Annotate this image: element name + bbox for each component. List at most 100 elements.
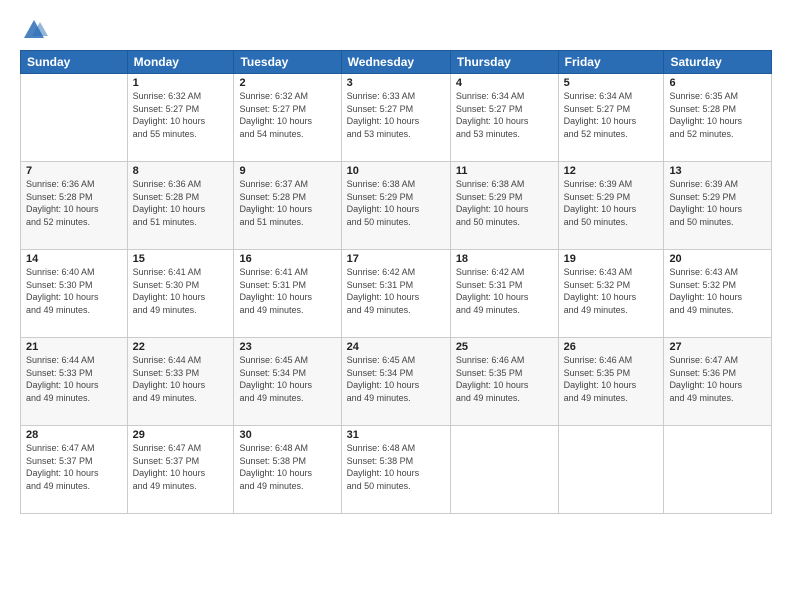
calendar-week-2: 7Sunrise: 6:36 AM Sunset: 5:28 PM Daylig… bbox=[21, 162, 772, 250]
day-info: Sunrise: 6:43 AM Sunset: 5:32 PM Dayligh… bbox=[669, 266, 766, 316]
calendar-cell: 16Sunrise: 6:41 AM Sunset: 5:31 PM Dayli… bbox=[234, 250, 341, 338]
day-number: 14 bbox=[26, 253, 122, 265]
day-info: Sunrise: 6:39 AM Sunset: 5:29 PM Dayligh… bbox=[564, 178, 659, 228]
day-info: Sunrise: 6:39 AM Sunset: 5:29 PM Dayligh… bbox=[669, 178, 766, 228]
calendar-cell: 21Sunrise: 6:44 AM Sunset: 5:33 PM Dayli… bbox=[21, 338, 128, 426]
day-number: 23 bbox=[239, 341, 335, 353]
column-header-monday: Monday bbox=[127, 51, 234, 74]
calendar-cell: 26Sunrise: 6:46 AM Sunset: 5:35 PM Dayli… bbox=[558, 338, 664, 426]
day-info: Sunrise: 6:40 AM Sunset: 5:30 PM Dayligh… bbox=[26, 266, 122, 316]
day-info: Sunrise: 6:38 AM Sunset: 5:29 PM Dayligh… bbox=[456, 178, 553, 228]
day-number: 8 bbox=[133, 165, 229, 177]
calendar-header-row: SundayMondayTuesdayWednesdayThursdayFrid… bbox=[21, 51, 772, 74]
calendar-cell: 3Sunrise: 6:33 AM Sunset: 5:27 PM Daylig… bbox=[341, 74, 450, 162]
day-info: Sunrise: 6:38 AM Sunset: 5:29 PM Dayligh… bbox=[347, 178, 445, 228]
day-number: 12 bbox=[564, 165, 659, 177]
column-header-thursday: Thursday bbox=[450, 51, 558, 74]
day-number: 28 bbox=[26, 429, 122, 441]
day-info: Sunrise: 6:36 AM Sunset: 5:28 PM Dayligh… bbox=[26, 178, 122, 228]
day-info: Sunrise: 6:47 AM Sunset: 5:37 PM Dayligh… bbox=[26, 442, 122, 492]
calendar: SundayMondayTuesdayWednesdayThursdayFrid… bbox=[20, 50, 772, 514]
calendar-cell: 30Sunrise: 6:48 AM Sunset: 5:38 PM Dayli… bbox=[234, 426, 341, 514]
logo bbox=[20, 16, 52, 44]
day-info: Sunrise: 6:41 AM Sunset: 5:31 PM Dayligh… bbox=[239, 266, 335, 316]
calendar-cell: 12Sunrise: 6:39 AM Sunset: 5:29 PM Dayli… bbox=[558, 162, 664, 250]
day-info: Sunrise: 6:48 AM Sunset: 5:38 PM Dayligh… bbox=[239, 442, 335, 492]
day-number: 16 bbox=[239, 253, 335, 265]
day-info: Sunrise: 6:43 AM Sunset: 5:32 PM Dayligh… bbox=[564, 266, 659, 316]
day-number: 1 bbox=[133, 77, 229, 89]
day-number: 11 bbox=[456, 165, 553, 177]
day-number: 3 bbox=[347, 77, 445, 89]
day-number: 22 bbox=[133, 341, 229, 353]
day-number: 25 bbox=[456, 341, 553, 353]
calendar-cell bbox=[664, 426, 772, 514]
day-number: 17 bbox=[347, 253, 445, 265]
calendar-cell: 28Sunrise: 6:47 AM Sunset: 5:37 PM Dayli… bbox=[21, 426, 128, 514]
calendar-cell: 24Sunrise: 6:45 AM Sunset: 5:34 PM Dayli… bbox=[341, 338, 450, 426]
calendar-cell: 6Sunrise: 6:35 AM Sunset: 5:28 PM Daylig… bbox=[664, 74, 772, 162]
day-info: Sunrise: 6:37 AM Sunset: 5:28 PM Dayligh… bbox=[239, 178, 335, 228]
calendar-week-1: 1 Sunrise: 6:32 AM Sunset: 5:27 PM Daylig… bbox=[21, 74, 772, 162]
calendar-cell bbox=[450, 426, 558, 514]
day-number: 26 bbox=[564, 341, 659, 353]
calendar-cell bbox=[558, 426, 664, 514]
day-number: 6 bbox=[669, 77, 766, 89]
column-header-sunday: Sunday bbox=[21, 51, 128, 74]
day-info: Sunrise: 6:48 AM Sunset: 5:38 PM Dayligh… bbox=[347, 442, 445, 492]
day-info: Sunrise: 6:34 AM Sunset: 5:27 PM Dayligh… bbox=[456, 90, 553, 140]
day-number: 20 bbox=[669, 253, 766, 265]
calendar-cell: 7Sunrise: 6:36 AM Sunset: 5:28 PM Daylig… bbox=[21, 162, 128, 250]
calendar-cell: 29Sunrise: 6:47 AM Sunset: 5:37 PM Dayli… bbox=[127, 426, 234, 514]
day-number: 21 bbox=[26, 341, 122, 353]
calendar-cell: 5Sunrise: 6:34 AM Sunset: 5:27 PM Daylig… bbox=[558, 74, 664, 162]
day-number: 4 bbox=[456, 77, 553, 89]
day-info: Sunrise: 6:34 AM Sunset: 5:27 PM Dayligh… bbox=[564, 90, 659, 140]
logo-icon bbox=[20, 16, 48, 44]
calendar-cell: 8Sunrise: 6:36 AM Sunset: 5:28 PM Daylig… bbox=[127, 162, 234, 250]
day-number: 13 bbox=[669, 165, 766, 177]
day-number: 10 bbox=[347, 165, 445, 177]
day-info: Sunrise: 6:41 AM Sunset: 5:30 PM Dayligh… bbox=[133, 266, 229, 316]
calendar-cell: 22Sunrise: 6:44 AM Sunset: 5:33 PM Dayli… bbox=[127, 338, 234, 426]
calendar-cell bbox=[21, 74, 128, 162]
day-number: 18 bbox=[456, 253, 553, 265]
day-info: Sunrise: 6:42 AM Sunset: 5:31 PM Dayligh… bbox=[347, 266, 445, 316]
day-number: 30 bbox=[239, 429, 335, 441]
day-number: 15 bbox=[133, 253, 229, 265]
calendar-cell: 18Sunrise: 6:42 AM Sunset: 5:31 PM Dayli… bbox=[450, 250, 558, 338]
day-number: 24 bbox=[347, 341, 445, 353]
calendar-cell: 20Sunrise: 6:43 AM Sunset: 5:32 PM Dayli… bbox=[664, 250, 772, 338]
column-header-wednesday: Wednesday bbox=[341, 51, 450, 74]
day-number: 2 bbox=[239, 77, 335, 89]
day-number: 5 bbox=[564, 77, 659, 89]
day-number: 29 bbox=[133, 429, 229, 441]
calendar-cell: 11Sunrise: 6:38 AM Sunset: 5:29 PM Dayli… bbox=[450, 162, 558, 250]
column-header-friday: Friday bbox=[558, 51, 664, 74]
day-info: Sunrise: 6:33 AM Sunset: 5:27 PM Dayligh… bbox=[347, 90, 445, 140]
day-info: Sunrise: 6:44 AM Sunset: 5:33 PM Dayligh… bbox=[26, 354, 122, 404]
calendar-cell: 2Sunrise: 6:32 AM Sunset: 5:27 PM Daylig… bbox=[234, 74, 341, 162]
calendar-cell: 23Sunrise: 6:45 AM Sunset: 5:34 PM Dayli… bbox=[234, 338, 341, 426]
calendar-cell: 13Sunrise: 6:39 AM Sunset: 5:29 PM Dayli… bbox=[664, 162, 772, 250]
calendar-cell: 31Sunrise: 6:48 AM Sunset: 5:38 PM Dayli… bbox=[341, 426, 450, 514]
day-info: Sunrise: 6:46 AM Sunset: 5:35 PM Dayligh… bbox=[456, 354, 553, 404]
day-info: Sunrise: 6:47 AM Sunset: 5:36 PM Dayligh… bbox=[669, 354, 766, 404]
day-number: 27 bbox=[669, 341, 766, 353]
calendar-cell: 27Sunrise: 6:47 AM Sunset: 5:36 PM Dayli… bbox=[664, 338, 772, 426]
day-info: Sunrise: 6:47 AM Sunset: 5:37 PM Dayligh… bbox=[133, 442, 229, 492]
calendar-week-3: 14Sunrise: 6:40 AM Sunset: 5:30 PM Dayli… bbox=[21, 250, 772, 338]
day-info: Sunrise: 6:32 AM Sunset: 5:27 PM Dayligh… bbox=[239, 90, 335, 140]
calendar-cell: 19Sunrise: 6:43 AM Sunset: 5:32 PM Dayli… bbox=[558, 250, 664, 338]
calendar-cell: 15Sunrise: 6:41 AM Sunset: 5:30 PM Dayli… bbox=[127, 250, 234, 338]
day-info: Sunrise: 6:36 AM Sunset: 5:28 PM Dayligh… bbox=[133, 178, 229, 228]
calendar-cell: 14Sunrise: 6:40 AM Sunset: 5:30 PM Dayli… bbox=[21, 250, 128, 338]
day-number: 19 bbox=[564, 253, 659, 265]
calendar-week-4: 21Sunrise: 6:44 AM Sunset: 5:33 PM Dayli… bbox=[21, 338, 772, 426]
header bbox=[20, 16, 772, 44]
page: SundayMondayTuesdayWednesdayThursdayFrid… bbox=[0, 0, 792, 612]
day-info: Sunrise: 6:35 AM Sunset: 5:28 PM Dayligh… bbox=[669, 90, 766, 140]
day-info: Sunrise: 6:45 AM Sunset: 5:34 PM Dayligh… bbox=[239, 354, 335, 404]
calendar-cell: 10Sunrise: 6:38 AM Sunset: 5:29 PM Dayli… bbox=[341, 162, 450, 250]
day-info: Sunrise: 6:45 AM Sunset: 5:34 PM Dayligh… bbox=[347, 354, 445, 404]
